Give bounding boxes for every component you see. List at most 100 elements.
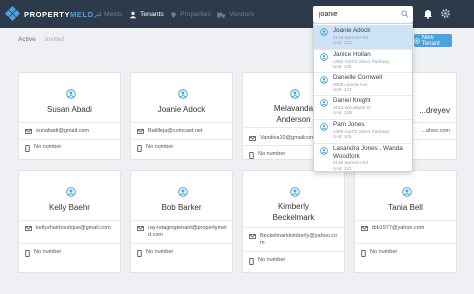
divider [355,220,456,221]
tenant-email: kellyshairboutique@gmail.com [36,225,111,231]
tenant-phone-row[interactable]: No number [137,249,228,257]
nav-properties-label: Properties [180,11,211,18]
result-unit: Unit: 123 [333,40,352,45]
brand-mark-icon [4,5,21,22]
person-circle-icon [320,123,328,131]
tenant-card[interactable]: Susan Abadi sunabadi@gmail.com No number [18,72,121,160]
tenant-email: tbb1977@yahoo.com [372,225,425,231]
person-circle-icon [290,89,300,99]
bell-icon[interactable] [423,8,433,19]
tenant-card[interactable]: Tania Bell tbb1977@yahoo.com No number [354,170,457,273]
tenant-card[interactable]: Kelly Baehr kellyshairboutique@gmail.com… [18,170,121,273]
tenant-card[interactable]: Joanie Adock Batilleja@comcast.net No nu… [130,72,233,160]
mobile-phone-icon [25,250,30,257]
envelope-icon [249,234,256,239]
tenant-phone: No number [146,249,174,255]
tenant-email-row[interactable]: Beckelmarkkimberly@yahoo.com [249,233,340,247]
divider [131,220,232,221]
search-result-item[interactable]: Janice Hollan 1380 Carr'D Silver Parkway… [314,50,412,72]
people-icon [129,11,137,18]
tenant-phone-row[interactable]: No number [25,144,116,152]
truck-icon [217,12,226,18]
envelope-icon [361,226,368,231]
person-circle-icon [66,187,76,197]
nav-vendors[interactable]: Vendors [217,9,254,20]
divider [131,243,232,244]
person-circle-icon [178,89,188,99]
person-circle-icon [320,28,328,36]
tenant-email: Vandiva10@gmailcom [260,135,315,141]
person-circle-icon [178,187,188,197]
nav-properties[interactable]: Properties [170,9,211,20]
brand-logo[interactable]: PROPERTYMELD [4,5,94,22]
search-icon[interactable] [401,10,409,18]
result-unit: Unit: 123 [333,165,352,171]
tenant-phone-row[interactable]: No number [137,144,228,152]
tenant-phone-row[interactable]: No number [361,249,452,257]
tenant-card[interactable]: Kimberly Beckelmark Beckelmarkkimberly@y… [242,170,345,273]
envelope-icon [25,226,32,231]
tenant-name: Tania Bell [388,203,423,212]
result-name: Joanie Adock [333,27,371,34]
tenant-phone-row[interactable]: No number [249,257,340,265]
tenant-name: Joanie Adock [157,105,206,114]
tenant-email-row[interactable]: kellyshairboutique@gmail.com [25,225,116,232]
tenant-email: Batilleja@comcast.net [148,128,203,134]
tenant-card[interactable]: Bob Barker ray+stagingtenant@propertymel… [130,170,233,273]
person-circle-icon [66,89,76,99]
plus-circle-icon [414,37,420,44]
tenant-email-row[interactable]: sunabadi@gmail.com [25,128,116,135]
search-result-item[interactable]: Pam Jones 1380 Carr'D Silver Parkway Uni… [314,120,412,143]
tenant-name: Kelly Baehr [49,203,90,212]
result-name: Lasandra Jones , Wanda Woodfork [333,145,403,160]
search-result-item[interactable]: Danielle Cornwell 9808 Liberta Ave Unit:… [314,73,412,95]
tab-active[interactable]: Active [18,36,36,43]
mobile-phone-icon [137,145,142,152]
search-result-item[interactable]: Daniel Knight 2044 Woodland St Unit: 12B [314,96,412,119]
result-name: Daniel Knight [333,97,371,104]
search-input[interactable] [319,9,399,20]
result-unit: Unit: 12B [333,110,352,115]
mobile-phone-icon [249,152,254,159]
tab-invited[interactable]: Invited [45,36,64,43]
mobile-phone-icon [249,258,254,265]
person-circle-icon [320,53,328,61]
new-tenant-label: New Tenant [421,34,440,47]
divider [131,122,232,123]
divider [19,243,120,244]
person-circle-icon [402,187,412,197]
tenant-phone: No number [34,249,62,255]
divider [19,122,120,123]
divider [19,139,120,140]
brand-name: PROPERTYMELD [24,9,94,19]
mobile-phone-icon [137,250,142,257]
search-box[interactable] [313,6,413,23]
envelope-icon [137,129,144,134]
nav-melds[interactable]: Melds [93,9,122,20]
divider [19,220,120,221]
result-name: Janice Hollan [333,51,371,58]
tenant-email-row[interactable]: tbb1977@yahoo.com [361,225,452,232]
tenant-email-row[interactable]: ray+stagingtenant@propertymeld.com [137,225,228,239]
gear-icon[interactable] [440,8,451,19]
search-result-item[interactable]: Joanie Adock 2148 Barrario Rd Unit: 123 [314,25,412,49]
tenant-email: Beckelmarkkimberly@yahoo.com [260,233,338,246]
new-tenant-button[interactable]: New Tenant [414,34,452,47]
tenant-email-row[interactable]: ...ahoo.com [421,128,450,135]
tenant-phone-row[interactable]: No number [25,249,116,257]
nav-tenants[interactable]: Tenants [129,9,164,20]
tenant-name: ...dreyev [419,106,450,115]
search-results-dropdown: Joanie Adock 2148 Barrario Rd Unit: 123 … [313,23,413,172]
tenant-phone: No number [258,151,286,157]
person-circle-icon [320,99,328,107]
result-unit: Unit: 105 [333,134,352,139]
tenant-name: Susan Abadi [47,105,92,114]
result-name: Pam Jones [333,121,365,128]
envelope-icon [137,226,144,231]
result-unit: Unit: 123 [333,87,352,92]
person-circle-icon [320,76,328,84]
tenant-email-row[interactable]: Batilleja@comcast.net [137,128,228,135]
search-result-item[interactable]: Lasandra Jones , Wanda Woodfork 2148 Bar… [314,144,412,171]
result-name: Danielle Cornwell [333,74,382,81]
tenant-email: ...ahoo.com [421,128,450,134]
